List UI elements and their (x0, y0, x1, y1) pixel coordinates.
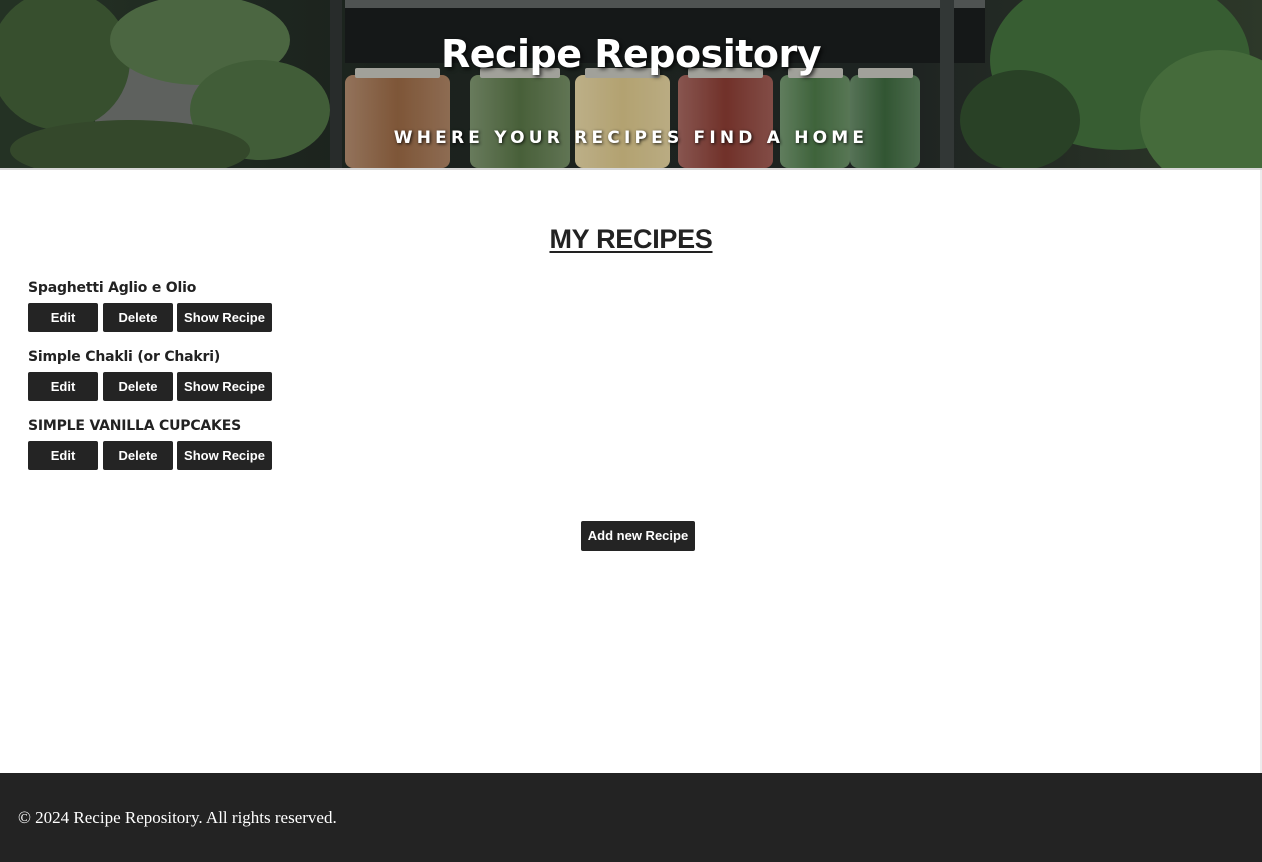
recipe-actions: Edit Delete Show Recipe (28, 372, 628, 401)
delete-button[interactable]: Delete (103, 303, 173, 332)
delete-button[interactable]: Delete (103, 441, 173, 470)
recipe-name: Simple Chakli (or Chakri) (28, 349, 221, 365)
show-recipe-button[interactable]: Show Recipe (177, 441, 272, 470)
show-recipe-button[interactable]: Show Recipe (177, 303, 272, 332)
recipe-list: Spaghetti Aglio e Olio Edit Delete Show … (28, 278, 628, 485)
show-recipe-button[interactable]: Show Recipe (177, 372, 272, 401)
recipe-actions: Edit Delete Show Recipe (28, 441, 628, 470)
page-title: MY RECIPES (549, 224, 713, 254)
recipe-name: SIMPLE VANILLA CUPCAKES (28, 418, 241, 434)
delete-button[interactable]: Delete (103, 372, 173, 401)
copyright-text: © 2024 Recipe Repository. All rights res… (18, 808, 337, 827)
header-divider (0, 168, 1262, 170)
recipe-item: Spaghetti Aglio e Olio Edit Delete Show … (28, 278, 628, 347)
edit-button[interactable]: Edit (28, 441, 98, 470)
edit-button[interactable]: Edit (28, 303, 98, 332)
recipe-item: Simple Chakli (or Chakri) Edit Delete Sh… (28, 347, 628, 416)
site-tagline: WHERE YOUR RECIPES FIND A HOME (393, 128, 869, 148)
add-new-recipe-button[interactable]: Add new Recipe (581, 521, 695, 551)
footer: © 2024 Recipe Repository. All rights res… (0, 773, 1262, 862)
site-title: Recipe Repository (440, 32, 822, 76)
recipe-actions: Edit Delete Show Recipe (28, 303, 628, 332)
recipe-name: Spaghetti Aglio e Olio (28, 280, 197, 296)
hero-banner: Recipe Repository WHERE YOUR RECIPES FIN… (0, 0, 1262, 168)
recipe-item: SIMPLE VANILLA CUPCAKES Edit Delete Show… (28, 416, 628, 485)
edit-button[interactable]: Edit (28, 372, 98, 401)
